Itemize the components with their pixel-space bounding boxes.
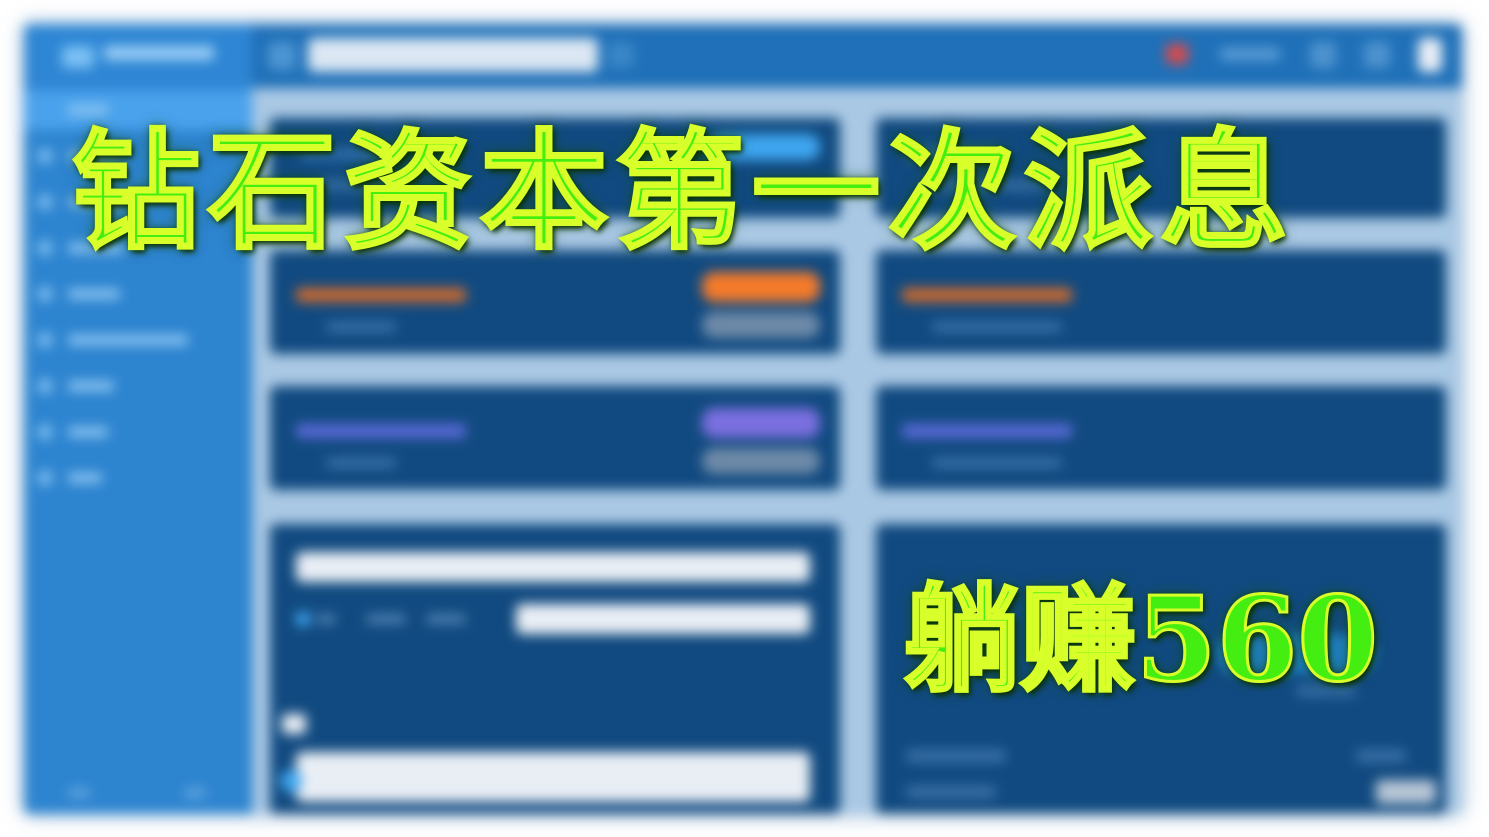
top-link-placeholder[interactable] bbox=[1220, 48, 1280, 60]
status-badge bbox=[710, 134, 820, 160]
sidebar-item-label bbox=[68, 151, 118, 161]
card-value bbox=[320, 180, 410, 190]
card-label bbox=[296, 424, 466, 438]
card-value bbox=[932, 322, 1062, 332]
summary-panel bbox=[876, 524, 1446, 814]
sidebar-item-2[interactable] bbox=[24, 136, 252, 176]
card-button[interactable] bbox=[702, 448, 820, 474]
sidebar-item-label bbox=[68, 243, 124, 253]
sidebar-item-icon bbox=[38, 149, 52, 163]
settings-icon[interactable] bbox=[1364, 42, 1390, 68]
card-label bbox=[296, 288, 466, 302]
card-value bbox=[932, 458, 1062, 468]
menu-icon[interactable] bbox=[268, 42, 296, 70]
logo-area bbox=[24, 24, 252, 88]
sidebar-item-8[interactable] bbox=[24, 412, 252, 452]
radio-option[interactable] bbox=[296, 612, 310, 626]
logo-icon bbox=[62, 46, 94, 68]
card-label bbox=[906, 148, 996, 160]
sidebar-item-label bbox=[68, 335, 188, 345]
sidebar-item-label bbox=[68, 105, 108, 115]
account-card bbox=[270, 118, 840, 218]
sidebar-item-label bbox=[68, 289, 120, 299]
sidebar-item-7[interactable] bbox=[24, 366, 252, 406]
summary-caption bbox=[1296, 686, 1356, 696]
top-navbar bbox=[24, 24, 1462, 88]
sidebar-item-icon bbox=[38, 333, 52, 347]
sidebar-item-label bbox=[68, 473, 102, 483]
sidebar-item-3[interactable] bbox=[24, 182, 252, 222]
sidebar-item-icon bbox=[38, 241, 52, 255]
card-value bbox=[326, 458, 396, 468]
logo-text-placeholder bbox=[104, 46, 214, 60]
account-card bbox=[876, 118, 1446, 218]
form-panel bbox=[270, 524, 840, 814]
sidebar-item-4[interactable] bbox=[24, 228, 252, 268]
card-value bbox=[926, 180, 1046, 190]
form-input[interactable] bbox=[296, 552, 810, 582]
card-value bbox=[326, 322, 396, 332]
summary-label bbox=[906, 786, 996, 798]
sidebar-item-icon bbox=[38, 379, 52, 393]
sidebar-item-icon bbox=[38, 471, 52, 485]
sidebar-item-9[interactable] bbox=[24, 458, 252, 498]
sidebar-item-6[interactable] bbox=[24, 320, 252, 360]
notification-icon[interactable] bbox=[1310, 42, 1336, 68]
amount-input[interactable] bbox=[516, 604, 810, 634]
radio-label bbox=[316, 614, 336, 624]
checkbox[interactable] bbox=[282, 714, 306, 734]
submit-icon[interactable] bbox=[280, 770, 302, 792]
account-card bbox=[876, 250, 1446, 354]
summary-label bbox=[906, 750, 1006, 762]
radio-label bbox=[426, 614, 466, 624]
flag-icon[interactable] bbox=[1166, 44, 1188, 64]
sidebar-item-5[interactable] bbox=[24, 274, 252, 314]
search-input[interactable] bbox=[308, 38, 598, 72]
sidebar-item-icon bbox=[38, 195, 52, 209]
search-icon[interactable] bbox=[608, 42, 634, 68]
sidebar-footer-link[interactable] bbox=[68, 788, 90, 798]
summary-highlight bbox=[1216, 634, 1376, 674]
sidebar-item-label bbox=[68, 381, 114, 391]
card-button[interactable] bbox=[702, 312, 820, 338]
sidebar-item-icon bbox=[38, 287, 52, 301]
account-card bbox=[270, 386, 840, 490]
sidebar bbox=[24, 88, 252, 814]
sidebar-item-label bbox=[68, 197, 128, 207]
sidebar-footer-link[interactable] bbox=[184, 788, 206, 798]
account-card bbox=[270, 250, 840, 354]
blurred-app-background bbox=[24, 24, 1462, 814]
card-label bbox=[902, 424, 1072, 438]
status-badge[interactable] bbox=[702, 272, 820, 302]
radio-label bbox=[366, 614, 406, 624]
user-avatar-icon[interactable] bbox=[1418, 38, 1442, 72]
text-area[interactable] bbox=[296, 752, 810, 802]
card-label bbox=[902, 288, 1072, 302]
card-label bbox=[300, 148, 390, 160]
sidebar-item-label bbox=[68, 427, 108, 437]
account-card bbox=[876, 386, 1446, 490]
sidebar-item-1[interactable] bbox=[24, 90, 252, 130]
summary-value bbox=[1356, 750, 1406, 762]
status-badge[interactable] bbox=[702, 408, 820, 438]
sidebar-item-icon bbox=[38, 425, 52, 439]
summary-button[interactable] bbox=[1376, 780, 1436, 804]
